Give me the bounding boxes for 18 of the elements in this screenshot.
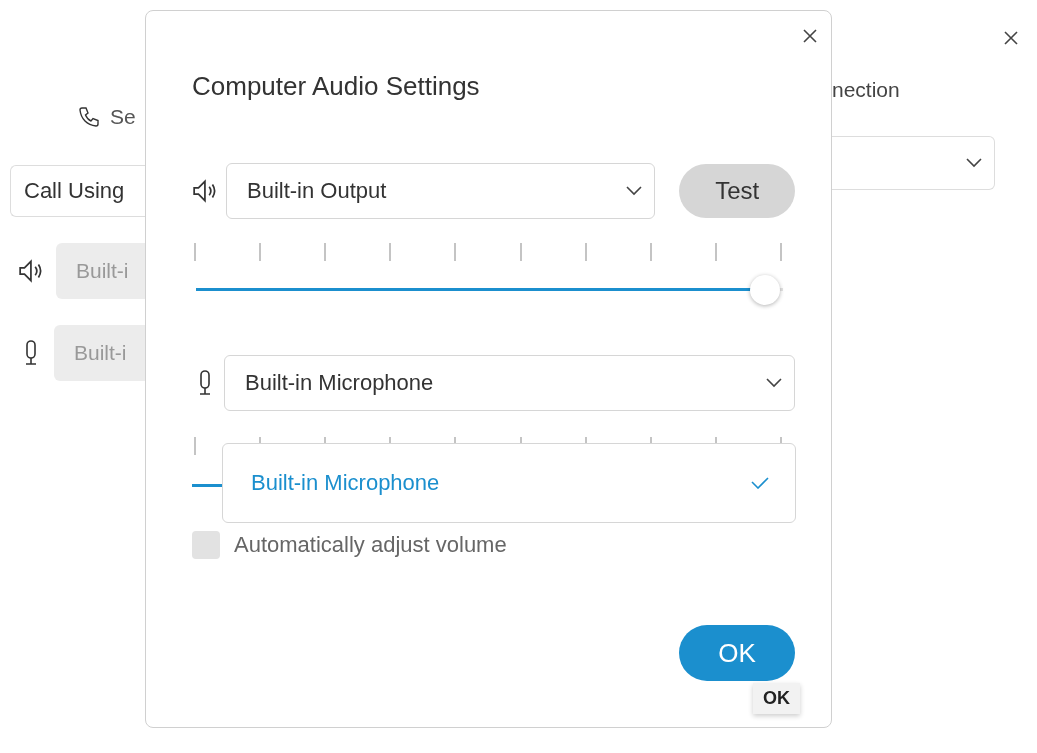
chevron-down-icon [626,186,643,196]
phone-icon [77,105,101,129]
speaker-dropdown[interactable]: Built-in Output [226,163,656,219]
microphone-option[interactable]: Built-in Microphone [223,444,795,522]
video-connection-heading: nection [832,78,901,103]
test-button[interactable]: Test [679,164,795,218]
chevron-down-icon [966,158,982,168]
dialog-title: Computer Audio Settings [192,71,480,102]
ok-button[interactable]: OK [679,625,795,681]
checkmark-icon [751,477,769,489]
chevron-down-icon [766,378,782,388]
microphone-dropdown[interactable]: Built-in Microphone [224,355,795,411]
close-icon[interactable] [803,29,817,43]
audio-connection-heading: Se [110,105,136,129]
tooltip: OK [753,683,800,714]
close-icon[interactable] [1004,31,1018,45]
checkbox-label: Automatically adjust volume [234,532,507,558]
checkbox[interactable] [192,531,220,559]
